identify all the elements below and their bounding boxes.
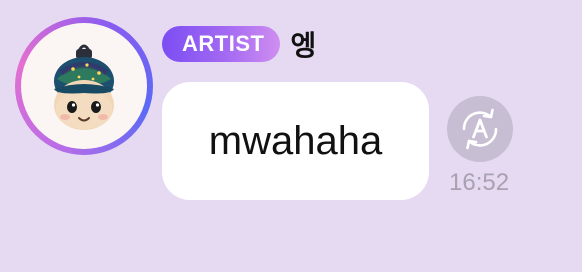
avatar[interactable]	[15, 17, 153, 155]
sender-name: 엥	[290, 29, 317, 62]
message-text: mwahaha	[208, 118, 383, 163]
message-header: ARTIST 엥	[162, 24, 316, 64]
translate-icon	[462, 108, 498, 150]
message-bubble[interactable]: mwahaha	[162, 82, 429, 200]
avatar-image	[21, 23, 147, 149]
translate-button[interactable]	[447, 96, 513, 162]
message-timestamp: 16:52	[449, 169, 510, 196]
plush-toy-avatar-icon	[54, 44, 114, 130]
artist-badge: ARTIST	[162, 26, 281, 62]
